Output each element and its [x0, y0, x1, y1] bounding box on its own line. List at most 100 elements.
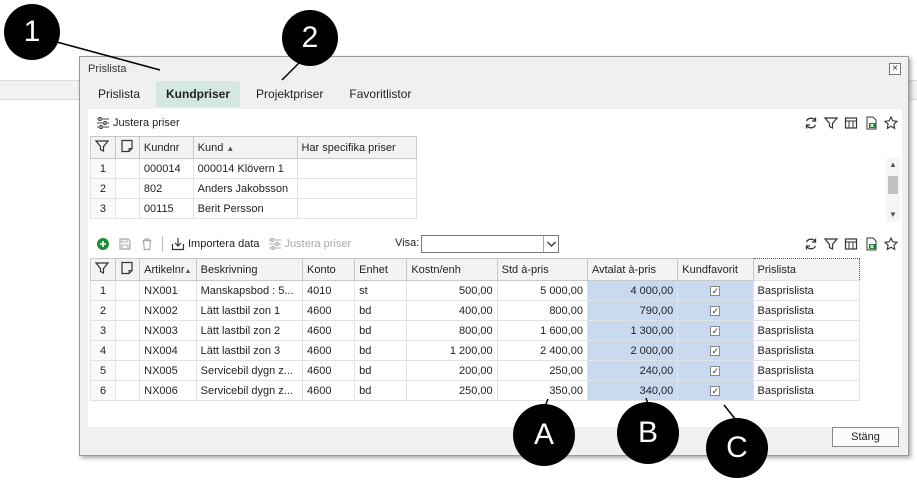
- refresh-icon[interactable]: [804, 237, 818, 251]
- avtalat-pris-cell[interactable]: 2 000,00: [586, 340, 679, 361]
- table-row[interactable]: 2 NX002 Lätt lastbil zon 1 4600 bd 400,0…: [89, 300, 861, 321]
- kundfavorit-cell[interactable]: ✓: [677, 340, 754, 361]
- favorite-checkbox[interactable]: ✓: [710, 305, 721, 316]
- artikelnr-cell: NX003: [139, 320, 197, 341]
- import-data-button[interactable]: Importera data: [171, 237, 260, 251]
- table-row[interactable]: 5 NX005 Servicebil dygn z... 4600 bd 200…: [89, 360, 861, 381]
- header-avtalat-pris[interactable]: Avtalat à-pris: [586, 258, 679, 281]
- scroll-up-icon[interactable]: ▲: [889, 160, 897, 169]
- note-column-header[interactable]: [115, 258, 141, 281]
- adjust-prices-button[interactable]: Justera priser: [96, 116, 180, 130]
- table-row[interactable]: 4 NX004 Lätt lastbil zon 3 4600 bd 1 200…: [89, 340, 861, 361]
- chevron-down-icon[interactable]: [543, 236, 558, 252]
- header-specifika-priser[interactable]: Har specifika priser: [296, 136, 417, 159]
- artikelnr-cell: NX006: [139, 380, 197, 401]
- refresh-icon[interactable]: [804, 116, 818, 130]
- delete-icon[interactable]: [140, 237, 154, 251]
- adjust-prices-button-disabled[interactable]: Justera priser: [268, 237, 352, 251]
- konto-cell: 4600: [301, 320, 356, 341]
- avtalat-pris-cell[interactable]: 790,00: [586, 300, 679, 321]
- kundfavorit-cell[interactable]: ✓: [677, 380, 754, 401]
- table-row[interactable]: 1 NX001 Manskapsbod : 5... 4010 st 500,0…: [89, 280, 861, 301]
- table-row[interactable]: 3 NX003 Lätt lastbil zon 2 4600 bd 800,0…: [89, 320, 861, 341]
- kund-cell: 000014 Klövern 1: [192, 158, 298, 179]
- close-icon[interactable]: ×: [889, 63, 901, 75]
- favorite-checkbox[interactable]: ✓: [710, 325, 721, 336]
- filter-icon[interactable]: [824, 116, 838, 130]
- toolbar-separator: [162, 236, 163, 252]
- header-kostn-enh[interactable]: Kostn/enh: [406, 258, 498, 281]
- columns-icon[interactable]: [844, 116, 858, 130]
- columns-icon[interactable]: [844, 237, 858, 251]
- row-number: 3: [89, 320, 117, 341]
- kundfavorit-cell[interactable]: ✓: [677, 360, 754, 381]
- avtalat-pris-cell[interactable]: 1 300,00: [586, 320, 679, 341]
- adjust-prices-label: Justera priser: [284, 238, 352, 250]
- scrollbar-thumb[interactable]: [888, 176, 898, 194]
- favorite-checkbox[interactable]: ✓: [710, 385, 721, 396]
- header-kundnr[interactable]: Kundnr: [138, 136, 194, 159]
- header-beskrivning[interactable]: Beskrivning: [195, 258, 304, 281]
- callout-2: 2: [282, 10, 338, 66]
- article-table-header: Artikelnr▲ Beskrivning Konto Enhet Kostn…: [89, 258, 861, 281]
- filter-column-header[interactable]: [89, 258, 117, 281]
- kundfavorit-cell[interactable]: ✓: [677, 300, 754, 321]
- note-column-header[interactable]: [114, 136, 140, 159]
- table-row[interactable]: 3 00115 Berit Persson: [90, 198, 417, 219]
- sliders-icon: [268, 238, 281, 250]
- excel-export-icon[interactable]: [864, 116, 878, 130]
- header-kund[interactable]: Kund ▲: [192, 136, 298, 159]
- header-std-pris[interactable]: Std à-pris: [496, 258, 588, 281]
- prislista-cell: Basprislista: [752, 360, 861, 381]
- close-button[interactable]: Stäng: [832, 427, 899, 447]
- avtalat-pris-cell[interactable]: 4 000,00: [586, 280, 679, 301]
- tab-kundpriser[interactable]: Kundpriser: [156, 81, 241, 107]
- prislista-cell: Basprislista: [752, 280, 861, 301]
- kundnr-cell: 802: [138, 178, 194, 199]
- save-icon[interactable]: [118, 237, 132, 251]
- tab-prislista[interactable]: Prislista: [88, 81, 150, 107]
- scroll-down-icon[interactable]: ▼: [889, 210, 897, 219]
- table-row[interactable]: 6 NX006 Servicebil dygn z... 4600 bd 250…: [89, 380, 861, 401]
- favorite-checkbox[interactable]: ✓: [710, 365, 721, 376]
- std-pris-cell: 350,00: [496, 380, 588, 401]
- avtalat-pris-cell[interactable]: 240,00: [586, 360, 679, 381]
- favorite-checkbox[interactable]: ✓: [710, 345, 721, 356]
- import-data-label: Importera data: [188, 238, 260, 250]
- star-icon[interactable]: [884, 116, 898, 130]
- favorite-checkbox[interactable]: ✓: [710, 285, 721, 296]
- excel-export-icon[interactable]: [864, 237, 878, 251]
- note-cell: [115, 280, 141, 301]
- filter-icon[interactable]: [824, 237, 838, 251]
- kostn-cell: 500,00: [406, 280, 498, 301]
- tab-favoritlistor[interactable]: Favoritlistor: [339, 81, 421, 107]
- specific-cell: [296, 158, 417, 179]
- price-list-dialog: Prislista × Prislista Kundpriser Projekt…: [79, 56, 909, 456]
- beskrivning-cell: Servicebil dygn z...: [195, 360, 304, 381]
- row-number: 3: [90, 198, 116, 219]
- header-enhet[interactable]: Enhet: [354, 258, 408, 281]
- tab-projektpriser[interactable]: Projektpriser: [246, 81, 333, 107]
- table-row[interactable]: 2 802 Anders Jakobsson: [90, 178, 417, 199]
- prislista-cell: Basprislista: [752, 380, 861, 401]
- header-konto[interactable]: Konto: [301, 258, 356, 281]
- artikelnr-cell: NX005: [139, 360, 197, 381]
- konto-cell: 4600: [301, 300, 356, 321]
- beskrivning-cell: Lätt lastbil zon 1: [195, 300, 304, 321]
- sort-asc-icon: ▲: [184, 267, 192, 275]
- filter-column-header[interactable]: [90, 136, 116, 159]
- beskrivning-cell: Manskapsbod : 5...: [195, 280, 304, 301]
- header-prislista[interactable]: Prislista: [752, 258, 861, 281]
- header-kundfavorit[interactable]: Kundfavorit: [677, 258, 754, 281]
- table-row[interactable]: 1 000014 000014 Klövern 1: [90, 158, 417, 179]
- star-icon[interactable]: [884, 237, 898, 251]
- customer-scrollbar[interactable]: ▲ ▼: [886, 158, 900, 222]
- visa-select[interactable]: [421, 235, 559, 253]
- header-kund-label: Kund: [197, 141, 224, 154]
- header-artikelnr[interactable]: Artikelnr▲: [139, 258, 197, 281]
- std-pris-cell: 800,00: [496, 300, 588, 321]
- kundfavorit-cell[interactable]: ✓: [677, 280, 754, 301]
- add-icon[interactable]: [96, 237, 110, 251]
- kundfavorit-cell[interactable]: ✓: [677, 320, 754, 341]
- avtalat-pris-cell[interactable]: 340,00: [586, 380, 679, 401]
